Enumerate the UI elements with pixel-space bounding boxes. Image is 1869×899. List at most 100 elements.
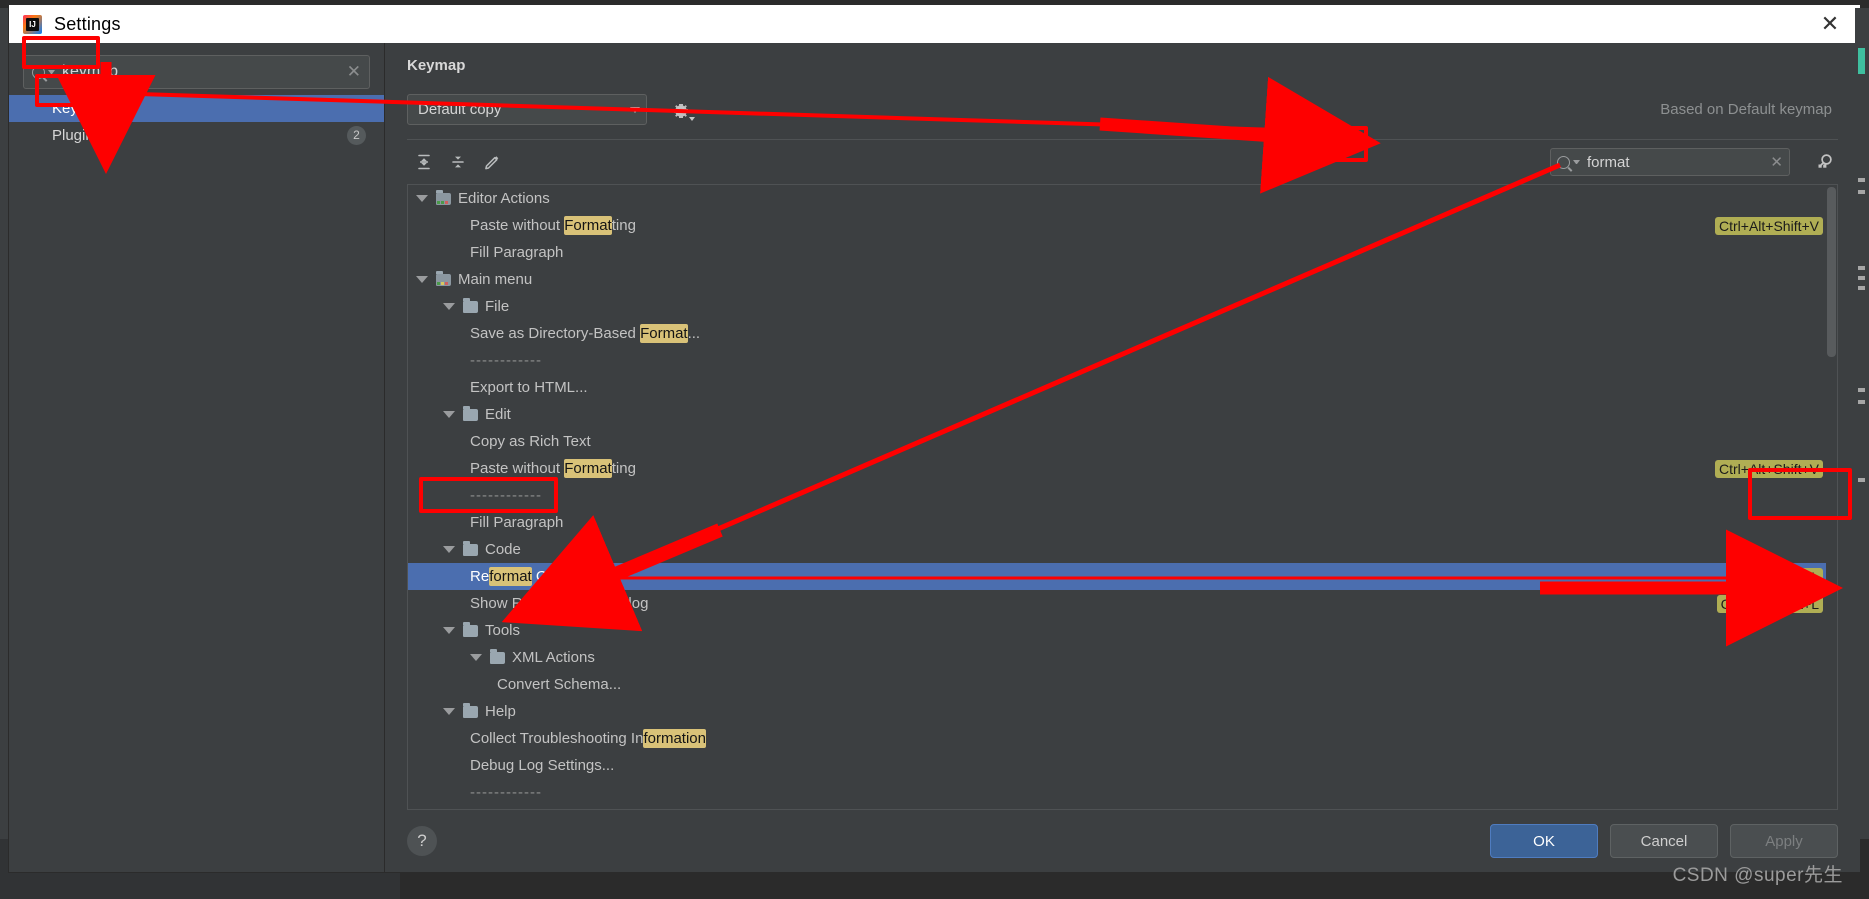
minimap-marker (1858, 400, 1865, 404)
minimap-marker (1858, 190, 1865, 194)
intellij-idea-logo-icon: IJ (23, 14, 42, 34)
shortcut-badge: Ctrl+Alt+Shift+L (1716, 594, 1823, 613)
tree-row-label: Paste without Formatting (470, 459, 636, 478)
chevron-down-icon[interactable] (1573, 160, 1580, 164)
tree-row-label: XML Actions (512, 649, 595, 666)
tree-row-label: Help (485, 703, 516, 720)
dialog-body: keymap ✕ Keymap Plugins 2 Keymap Default… (9, 43, 1860, 872)
clear-icon[interactable]: ✕ (1770, 153, 1783, 171)
minimap-marker (1858, 178, 1865, 182)
cancel-button[interactable]: Cancel (1610, 824, 1718, 858)
help-question-icon[interactable]: ? (407, 826, 437, 856)
tree-row-label: Editor Actions (458, 190, 550, 207)
tree-row[interactable]: Tools (408, 617, 1837, 644)
keymap-settings-panel: Keymap Default copy Based on Default key… (385, 43, 1860, 872)
tree-row[interactable]: Help (408, 698, 1837, 725)
tree-row-label: Reformat Code (470, 567, 572, 586)
search-input-value: keymap (62, 63, 119, 80)
tree-row[interactable]: Editor Actions (408, 185, 1837, 212)
tree-row-selected[interactable]: Reformat Code Ctrl+Alt+L (408, 563, 1837, 590)
pencil-edit-icon[interactable] (475, 147, 509, 177)
dialog-title: Settings (54, 13, 121, 34)
minimap-marker (1858, 48, 1865, 74)
sidebar-search-wrap: keymap ✕ (9, 43, 384, 95)
shortcut-badge: Ctrl+Alt+Shift+V (1715, 216, 1823, 235)
chevron-down-icon[interactable] (48, 70, 55, 74)
tree-row-label: Edit (485, 406, 511, 423)
tree-row[interactable]: Paste without Formatting Ctrl+Alt+Shift+V (408, 455, 1837, 482)
tree-row[interactable]: ------------ (408, 779, 1837, 806)
tree-rows-container: Editor Actions Paste without Formatting Ct… (408, 185, 1837, 806)
tree-row[interactable]: Show Reformat File Dialog Ctrl+Alt+Shift+… (408, 590, 1837, 617)
minimap-marker (1858, 478, 1865, 482)
chevron-down-icon[interactable] (416, 276, 428, 283)
search-match-highlight: format (530, 594, 574, 613)
tree-scrollbar[interactable] (1826, 185, 1837, 809)
tree-row-text: Re (470, 568, 490, 585)
tree-row-label: Copy as Rich Text (470, 433, 591, 450)
tree-row[interactable]: ------------ (408, 482, 1837, 509)
tree-row-label: Paste without Formatting (470, 216, 636, 235)
keymap-search-input[interactable]: format ✕ (1550, 148, 1790, 176)
tree-row[interactable]: XML Actions (408, 644, 1837, 671)
tree-row-label: ------------ (470, 352, 542, 369)
tree-row-text: Code (531, 568, 572, 585)
tree-row[interactable]: File (408, 293, 1837, 320)
tree-row[interactable]: ------------ (408, 347, 1837, 374)
sidebar-item-keymap[interactable]: Keymap (9, 95, 384, 122)
chevron-down-icon[interactable] (443, 708, 455, 715)
ok-button[interactable]: OK (1490, 824, 1598, 858)
tree-row[interactable]: Convert Schema... (408, 671, 1837, 698)
tree-row[interactable]: Export to HTML... (408, 374, 1837, 401)
tree-row[interactable]: Save as Directory-Based Format... (408, 320, 1837, 347)
tree-row-label: Show Reformat File Dialog (470, 594, 649, 613)
folder-icon (463, 540, 478, 556)
tree-row-label: Fill Paragraph (470, 514, 564, 531)
tree-row[interactable]: Copy as Rich Text (408, 428, 1837, 455)
panel-header: Keymap (385, 43, 1860, 74)
status-badge: 2 (347, 126, 366, 145)
search-icon (32, 65, 45, 79)
chevron-down-icon[interactable] (443, 303, 455, 310)
tree-row-text: Paste without (470, 217, 565, 234)
tree-row[interactable]: Fill Paragraph (408, 239, 1837, 266)
tree-row-label: Main menu (458, 271, 533, 288)
keymap-actions-tree[interactable]: Editor Actions Paste without Formatting Ct… (407, 184, 1838, 810)
expand-all-icon[interactable] (407, 147, 441, 177)
clear-icon[interactable]: ✕ (347, 62, 361, 82)
based-on-label: Based on Default keymap (1660, 101, 1832, 118)
chevron-down-icon[interactable] (416, 195, 428, 202)
minimap-marker (1858, 276, 1865, 280)
find-by-shortcut-icon[interactable] (1812, 149, 1838, 175)
tree-row[interactable]: Debug Log Settings... (408, 752, 1837, 779)
tree-row[interactable]: Code (408, 536, 1837, 563)
chevron-down-icon[interactable] (443, 546, 455, 553)
chevron-down-icon (630, 106, 640, 113)
editor-minimap-markers (1855, 8, 1869, 839)
tree-row[interactable]: Fill Paragraph (408, 509, 1837, 536)
keymap-select[interactable]: Default copy (407, 94, 647, 125)
tree-row-text: File Dialog (573, 595, 649, 612)
sidebar-item-plugins[interactable]: Plugins 2 (9, 122, 384, 149)
gear-icon[interactable] (671, 100, 695, 121)
tree-row-text: Paste without (470, 460, 565, 477)
apply-button[interactable]: Apply (1730, 824, 1838, 858)
search-input[interactable]: keymap ✕ (23, 55, 370, 89)
tree-row[interactable]: Paste without Formatting Ctrl+Alt+Shift+V (408, 212, 1837, 239)
tree-row[interactable]: Edit (408, 401, 1837, 428)
search-match-highlight: Format (564, 459, 612, 478)
tree-row[interactable]: Collect Troubleshooting Information (408, 725, 1837, 752)
shortcut-badge: Ctrl+Alt+Shift+V (1715, 459, 1823, 478)
close-icon[interactable]: ✕ (1810, 9, 1850, 39)
collapse-all-icon[interactable] (441, 147, 475, 177)
tree-row-label: Tools (485, 622, 521, 639)
tree-row[interactable]: Main menu (408, 266, 1837, 293)
chevron-down-icon[interactable] (443, 627, 455, 634)
tree-scrollbar-thumb[interactable] (1827, 187, 1836, 357)
chevron-down-icon[interactable] (470, 654, 482, 661)
settings-sidebar: keymap ✕ Keymap Plugins 2 (9, 43, 385, 872)
dialog-titlebar: IJ Settings ✕ (9, 5, 1860, 43)
search-match-highlight: Format (640, 324, 688, 343)
main-menu-icon (436, 270, 451, 286)
chevron-down-icon[interactable] (443, 411, 455, 418)
